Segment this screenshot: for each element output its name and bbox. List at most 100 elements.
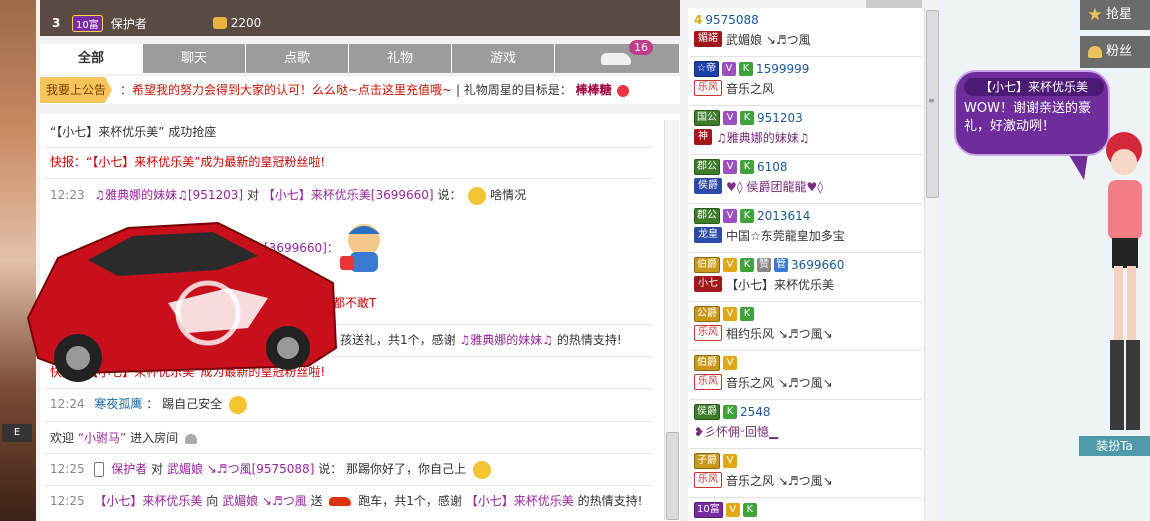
user-tag: 乐风 [694, 472, 722, 488]
tab-game[interactable]: 游戏 [452, 44, 555, 73]
user-tag: 小七 [694, 276, 722, 292]
speech-bubble-name: 【小七】来杯优乐美 [964, 78, 1104, 96]
user-list-item[interactable]: 伯爵 V 乐风 音乐之风 ↘♬つ風↘ [690, 351, 922, 400]
user-tag: 乐风 [694, 325, 722, 341]
rank-badge: 子爵 [694, 453, 720, 469]
grab-star-button[interactable]: 抢星 [1080, 0, 1150, 30]
user-list-item[interactable]: ☆帝 V K 1599999 乐风 音乐之风 [690, 57, 922, 106]
fans-label: 粉丝 [1106, 44, 1133, 59]
rank-row[interactable]: 3 10富 保护者 2200 [52, 12, 261, 34]
rank-badge: 10富 [694, 502, 723, 518]
user-name: 武媚娘 ↘♬つ風 [726, 32, 811, 47]
message-user-link[interactable]: “小驸马” [78, 431, 126, 445]
message-target-link[interactable]: 武媚娘 ↘♬つ風 [222, 494, 307, 508]
user-list-item[interactable]: 子爵 V 乐风 音乐之风 ↘♬つ風↘ [690, 449, 922, 498]
grab-star-label: 抢星 [1106, 7, 1133, 22]
android-icon [184, 433, 197, 444]
message-user-link[interactable]: 寒夜孤鹰 [94, 397, 142, 411]
rank-badge: 侯爵 [694, 404, 720, 420]
speech-bubble-text: WOW！谢谢亲送的豪礼，好激动咧！ [964, 101, 1091, 134]
user-name: 【小七】来杯优乐美 [726, 277, 835, 292]
vip-icon: V [723, 160, 737, 174]
message-user-link[interactable]: 保护者 [111, 462, 147, 476]
chat-scrollbar-thumb[interactable] [666, 432, 679, 520]
divider [45, 388, 653, 389]
user-name: 音乐之风 ↘♬つ風↘ [726, 473, 833, 488]
message-time: 12:25 [50, 462, 85, 476]
user-tag: 神 [694, 129, 712, 145]
rank-badge: 伯爵 [694, 355, 720, 371]
rank-badge: 郡公 [694, 208, 720, 224]
user-name: 中国☆东莞龍皇加多宝 [726, 228, 845, 243]
chat-message: 12:25 【小七】来杯优乐美 向 武媚娘 ↘♬つ風 送 跑车，共1个，感谢 【… [50, 489, 642, 513]
user-list-item[interactable]: 4 9575088 媚諾 武媚娘 ↘♬つ風 [690, 8, 922, 57]
post-notice-button[interactable]: 我要上公告 [40, 77, 112, 103]
rank-badge: 国公 [694, 110, 720, 126]
heart-icon [1088, 45, 1102, 58]
gift-goal-value: 棒棒糖 [575, 83, 612, 97]
vip-icon: V [723, 356, 737, 370]
dress-up-button[interactable]: 装扮Ta [1079, 436, 1150, 456]
vip-icon: V [723, 209, 737, 223]
notice-message: ：希望我的努力会得到大家的认可！么么哒~点击这里充值哦~ [120, 83, 453, 97]
gift-goal-label: | 礼物周星的目标是： [455, 83, 572, 97]
k-icon: K [738, 62, 753, 76]
avatar-figure [1106, 132, 1142, 430]
tab-chat[interactable]: 聊天 [143, 44, 246, 73]
rank-badge: 公爵 [694, 306, 720, 322]
notice-text[interactable]: ：希望我的努力会得到大家的认可！么么哒~点击这里充值哦~ | 礼物周星的目标是：… [120, 77, 630, 103]
user-list-item[interactable]: 侯爵 K 2548 ❥彡怀佣ᵕ回憶▁ [690, 400, 922, 449]
rank-number: 3 [52, 16, 61, 30]
user-tag: 乐风 [694, 374, 722, 390]
vip-icon: V [723, 258, 737, 272]
user-list-item[interactable]: 伯爵 V K 赞 管 3699660 小七 【小七】来杯优乐美 [690, 253, 922, 302]
message-user-link[interactable]: ♫雅典娜的妹妹♫ [459, 333, 553, 347]
user-tag: 龙皇 [694, 227, 722, 243]
star-icon [1088, 7, 1102, 21]
sports-car-gift-animation [26, 221, 338, 382]
system-message: “【小七】来杯优乐美” 成功抢座 [50, 125, 217, 139]
message-said: ： [146, 397, 159, 411]
message-text: 的热情支持! [577, 494, 643, 508]
user-id: 951203 [757, 111, 803, 125]
user-name: ♥◊ 侯爵团龍龍♥◊ [726, 179, 824, 194]
chat-message: “【小七】来杯优乐美” 成功抢座 [50, 120, 216, 144]
user-list-item[interactable]: 10富 V K [690, 498, 922, 521]
message-user-link[interactable]: 【小七】来杯优乐美 [94, 494, 202, 508]
message-user-link[interactable]: 【小七】来杯优乐美 [466, 494, 574, 508]
fans-button[interactable]: 粉丝 [1080, 36, 1150, 68]
divider [45, 178, 653, 179]
chat-message-fragment: 孩送礼，共1个，感谢 ♫雅典娜的妹妹♫ 的热情支持! [340, 328, 622, 352]
user-id: 9575088 [705, 13, 759, 27]
k-icon: K [740, 307, 754, 321]
user-list-item[interactable]: 国公 V K 951203 神 ♫雅典娜的妹妹♫ [690, 106, 922, 155]
message-text: 啥情况 [490, 188, 527, 202]
k-icon: K [740, 209, 754, 223]
user-list-item[interactable]: 郡公 V K 2013614 龙皇 中国☆东莞龍皇加多宝 [690, 204, 922, 253]
k-icon: K [740, 258, 754, 272]
message-time: 12:25 [50, 494, 85, 508]
thinking-emoji-icon [228, 395, 247, 414]
user-list-item[interactable]: 公爵 V K 乐风 相约乐风 ↘♬つ風↘ [690, 302, 922, 351]
divider [45, 485, 653, 486]
message-connector: 对 [151, 462, 164, 476]
tab-car[interactable]: 16 [555, 40, 680, 73]
user-list-item[interactable]: 郡公 V K 6108 侯爵 ♥◊ 侯爵团龍龍♥◊ [690, 155, 922, 204]
rank-coins: 2200 [212, 16, 262, 30]
vip-icon: V [723, 454, 737, 468]
rank-badge: 郡公 [694, 159, 720, 175]
chat-message: 12:25 保护者 对 武媚娘 ↘♬つ風[9575088] 说： 那踢你好了，你… [50, 457, 491, 481]
user-name: 相约乐风 ↘♬つ風↘ [726, 326, 833, 341]
tab-gift[interactable]: 礼物 [349, 44, 452, 73]
tab-song[interactable]: 点歌 [246, 44, 349, 73]
message-text: 欢迎 [50, 431, 75, 445]
rank-crown-icon: 4 [694, 13, 703, 27]
tab-all[interactable]: 全部 [40, 44, 143, 73]
k-icon: K [740, 111, 754, 125]
message-target-link[interactable]: 武媚娘 ↘♬つ風[9575088] [167, 462, 314, 476]
sports-car-gift-icon [329, 497, 352, 506]
alert-message: 快报：“【小七】来杯优乐美”成为最新的皇冠粉丝啦! [50, 155, 326, 169]
vip-icon: V [723, 307, 737, 321]
user-name: ♫雅典娜的妹妹♫ [716, 130, 810, 145]
rank-coin-value: 2200 [230, 16, 262, 30]
